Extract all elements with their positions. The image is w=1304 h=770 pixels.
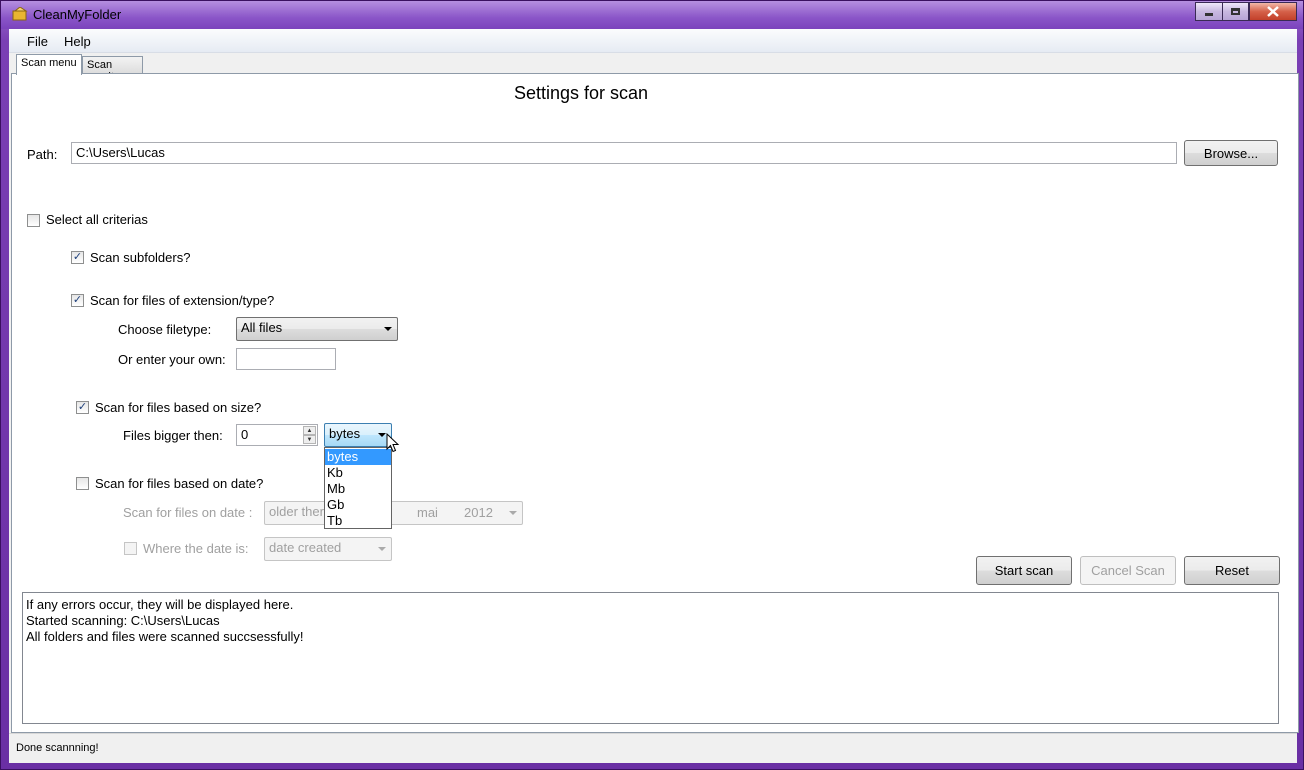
size-label: Scan for files based on size? [95, 400, 262, 415]
log-line: If any errors occur, they will be displa… [26, 597, 294, 612]
on-date-label: Scan for files on date : [123, 505, 253, 520]
size-unit-value: bytes [329, 426, 361, 441]
maximize-icon [1231, 8, 1240, 15]
date-checkbox[interactable] [76, 477, 89, 490]
reset-button[interactable]: Reset [1184, 556, 1280, 585]
dropdown-option-kb[interactable]: Kb [325, 465, 391, 481]
close-button[interactable] [1249, 2, 1297, 21]
dropdown-option-bytes[interactable]: bytes [325, 449, 391, 465]
minimize-icon [1205, 13, 1213, 16]
start-scan-button[interactable]: Start scan [976, 556, 1072, 585]
date-relation-value: older ther [269, 504, 324, 519]
chevron-down-icon [509, 511, 517, 515]
dropdown-option-mb[interactable]: Mb [325, 481, 391, 497]
checkmark-icon: ✓ [72, 251, 83, 263]
own-filetype-input[interactable] [236, 348, 336, 370]
spin-up-icon[interactable]: ▲ [303, 426, 316, 435]
menu-help[interactable]: Help [64, 34, 91, 49]
log-line: Started scanning: C:\Users\Lucas [26, 613, 220, 628]
checkmark-icon: ✓ [72, 294, 83, 306]
where-date-label: Where the date is: [143, 541, 249, 556]
date-label: Scan for files based on date? [95, 476, 264, 491]
title-bar[interactable]: CleanMyFolder [1, 1, 1303, 29]
menu-file[interactable]: File [27, 34, 48, 49]
chevron-down-icon [378, 547, 386, 551]
maximize-button[interactable] [1222, 2, 1249, 21]
spin-down-icon[interactable]: ▼ [303, 435, 316, 444]
log-output[interactable]: If any errors occur, they will be displa… [22, 592, 1279, 724]
select-all-checkbox[interactable] [27, 214, 40, 227]
size-value: 0 [241, 427, 249, 442]
own-filetype-label: Or enter your own: [118, 352, 226, 367]
size-value-stepper[interactable]: 0 ▲ ▼ [236, 424, 318, 446]
app-window: CleanMyFolder File Help Scan menu Scan r… [0, 0, 1304, 770]
subfolders-checkbox[interactable]: ✓ [71, 251, 84, 264]
path-input[interactable]: C:\Users\Lucas [71, 142, 1177, 164]
client-area: File Help Scan menu Scan result Settings… [9, 29, 1299, 763]
dropdown-option-gb[interactable]: Gb [325, 497, 391, 513]
tab-scan-result[interactable]: Scan result [82, 56, 143, 83]
path-label: Path: [27, 147, 58, 162]
extension-label: Scan for files of extension/type? [90, 293, 275, 308]
size-unit-select[interactable]: bytes [324, 423, 392, 447]
bigger-than-label: Files bigger then: [123, 428, 223, 443]
broom-icon [12, 7, 28, 21]
subfolders-label: Scan subfolders? [90, 250, 191, 265]
tab-scan-menu[interactable]: Scan menu [16, 54, 82, 75]
minimize-button[interactable] [1195, 2, 1223, 21]
filetype-select[interactable]: All files [236, 317, 398, 341]
window-title: CleanMyFolder [33, 7, 122, 22]
stepper-buttons[interactable]: ▲ ▼ [303, 426, 316, 444]
date-year-value: 2012 [464, 505, 493, 520]
where-date-value: date created [269, 540, 342, 555]
browse-button[interactable]: Browse... [1184, 140, 1278, 166]
checkmark-icon: ✓ [77, 401, 88, 413]
select-all-label: Select all criterias [46, 212, 148, 227]
date-month-value: mai [417, 505, 438, 520]
dropdown-option-tb[interactable]: Tb [325, 513, 391, 529]
chevron-down-icon [378, 433, 386, 437]
chevron-down-icon [384, 327, 392, 331]
tab-strip: Scan menu Scan result [9, 54, 1297, 83]
mouse-pointer-icon [386, 433, 400, 453]
where-date-select[interactable]: date created [264, 537, 392, 561]
size-checkbox[interactable]: ✓ [76, 401, 89, 414]
date-relation-select[interactable]: older ther mai 2012 [264, 501, 523, 525]
page-title: Settings for scan [514, 83, 649, 103]
close-icon [1267, 6, 1279, 17]
filetype-label: Choose filetype: [118, 322, 212, 337]
log-line: All folders and files were scanned succs… [26, 629, 304, 644]
status-text: Done scannning! [16, 742, 99, 754]
size-unit-dropdown: bytes Kb Mb Gb Tb [324, 447, 392, 529]
cancel-scan-button[interactable]: Cancel Scan [1080, 556, 1176, 585]
menu-bar: File Help [9, 29, 1297, 53]
where-date-checkbox[interactable] [124, 542, 137, 555]
extension-checkbox[interactable]: ✓ [71, 294, 84, 307]
status-bar: Done scannning! [9, 733, 1297, 763]
filetype-value: All files [241, 320, 283, 335]
